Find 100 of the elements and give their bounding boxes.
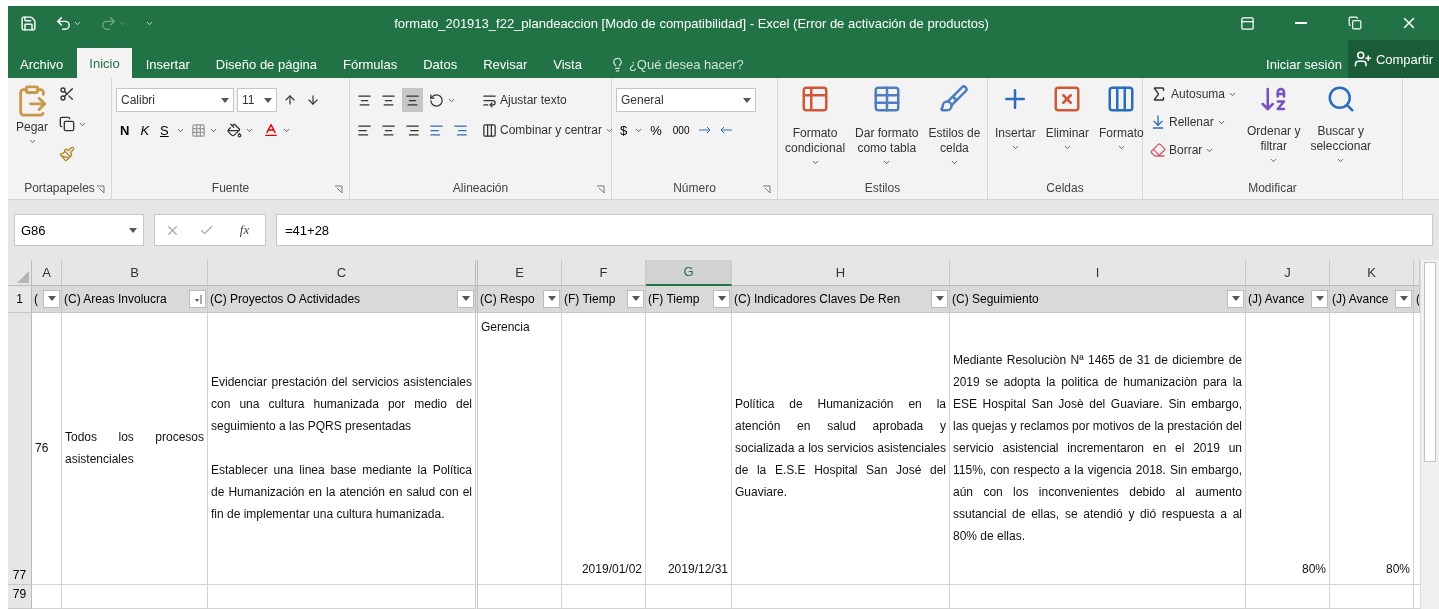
- italic-button[interactable]: K: [136, 118, 154, 142]
- dialog-launcher-icon[interactable]: [596, 185, 605, 194]
- column-header[interactable]: I: [950, 260, 1246, 286]
- column-header[interactable]: H: [732, 260, 950, 286]
- grid-icon: [190, 122, 206, 138]
- filter-button[interactable]: [1395, 289, 1412, 308]
- find-select-button[interactable]: Buscar y seleccionar: [1307, 82, 1375, 177]
- thousands-button[interactable]: 000: [668, 118, 694, 142]
- table-cell-text: 2019/12/31: [666, 561, 728, 579]
- name-box[interactable]: G86: [14, 214, 144, 246]
- row-header[interactable]: 1: [8, 285, 32, 314]
- currency-button[interactable]: $: [616, 118, 632, 142]
- dropdown-arrow-icon: [717, 296, 726, 302]
- ribbon-tab[interactable]: Revisar: [471, 50, 540, 78]
- autosum-button[interactable]: Autosuma: [1147, 82, 1241, 106]
- dropdown-arrow-icon: [47, 296, 56, 302]
- wrap-text-button[interactable]: Ajustar texto: [479, 88, 618, 112]
- ribbon-tab[interactable]: Archivo: [8, 50, 76, 78]
- filter-button[interactable]: [713, 289, 730, 308]
- filter-button[interactable]: [627, 289, 644, 308]
- align-icon: [357, 92, 372, 108]
- vertical-align-button[interactable]: [402, 88, 423, 112]
- share-button[interactable]: Compartir: [1347, 40, 1439, 78]
- filter-button[interactable]: [457, 289, 474, 308]
- table-cell-text: Todos los procesos asistenciales: [65, 429, 204, 469]
- dropdown-arrow-icon: [221, 97, 229, 103]
- column-header[interactable]: F: [562, 260, 646, 286]
- scissors-icon: [59, 86, 75, 102]
- merge-center-button[interactable]: Combinar y centrar: [479, 118, 618, 142]
- ribbon-tab[interactable]: Fórmulas: [331, 50, 410, 78]
- cells-button[interactable]: Insertar: [992, 82, 1039, 177]
- ribbon-tab[interactable]: Insertar: [133, 50, 202, 78]
- cells-button[interactable]: Formato: [1096, 82, 1147, 177]
- copy-icon: [59, 116, 75, 132]
- dialog-launcher-icon[interactable]: [334, 185, 343, 194]
- ribbon-tab[interactable]: Diseño de página: [203, 50, 329, 78]
- styles-button[interactable]: Formato condicional: [782, 82, 849, 177]
- font-color-icon: [262, 122, 279, 138]
- arrow-down-icon: [306, 93, 320, 107]
- column-header[interactable]: J: [1246, 260, 1330, 286]
- align-right-icon: [405, 122, 420, 138]
- insert-function-button[interactable]: fx: [233, 221, 256, 239]
- row-header[interactable]: 77: [8, 313, 32, 586]
- column-header[interactable]: G: [646, 260, 732, 286]
- ribbon-tab[interactable]: Vista: [541, 50, 594, 78]
- number-format-field[interactable]: General: [616, 88, 756, 112]
- decimal-arrow-icon: [720, 126, 733, 134]
- group-label: Fuente: [211, 181, 250, 195]
- sort-filter-button[interactable]: Ordenar y filtrar: [1244, 82, 1304, 177]
- group-label: Alineación: [452, 181, 509, 195]
- font-size-field[interactable]: 11: [237, 88, 277, 112]
- styles-button[interactable]: Estilos de celda: [925, 82, 984, 177]
- column-header[interactable]: K: [1330, 260, 1414, 286]
- indent-icon: [453, 122, 468, 138]
- paste-button[interactable]: Pegar: [12, 82, 52, 177]
- header-cell: (: [32, 285, 62, 314]
- header-cell: (C) Seguimiento: [950, 285, 1246, 314]
- align-icon: [381, 92, 396, 108]
- eraser-icon: [1150, 142, 1166, 158]
- group-label: Portapapeles: [24, 181, 95, 195]
- column-header[interactable]: B: [62, 260, 208, 286]
- restore-icon: [1348, 16, 1362, 30]
- header-cell: (F) Tiemp: [646, 285, 732, 314]
- row-header[interactable]: 79: [8, 585, 32, 609]
- indent-icon: [429, 122, 444, 138]
- caret-icon: [1010, 143, 1020, 152]
- group-label: Estilos: [864, 181, 901, 195]
- font-name-field[interactable]: Calibri: [116, 88, 234, 112]
- column-header[interactable]: A: [32, 260, 62, 286]
- filter-button[interactable]: [43, 289, 60, 308]
- dropdown-arrow-icon: [1231, 296, 1240, 302]
- column-header[interactable]: C: [208, 260, 478, 286]
- dialog-launcher-icon[interactable]: [762, 185, 771, 194]
- ribbon-tab[interactable]: Inicio: [77, 48, 132, 78]
- vertical-scrollbar[interactable]: [1420, 260, 1439, 609]
- clear-button[interactable]: Borrar: [1147, 138, 1241, 162]
- filter-button[interactable]: [543, 289, 560, 308]
- cells-button[interactable]: Eliminar: [1042, 82, 1093, 177]
- ribbon-tab[interactable]: Datos: [411, 50, 470, 78]
- header-cell: (C) Proyectos O Actividades: [208, 285, 478, 314]
- caret-icon: [949, 158, 959, 167]
- fill-button[interactable]: Rellenar: [1147, 110, 1241, 134]
- group-label: Celdas: [1046, 181, 1084, 195]
- filter-button[interactable]: [1227, 289, 1244, 308]
- underline-button[interactable]: S: [156, 118, 173, 142]
- dialog-launcher-icon[interactable]: [96, 185, 105, 194]
- formula-field[interactable]: =41+28: [276, 214, 1433, 246]
- caret-icon: [1336, 156, 1346, 165]
- percent-button[interactable]: %: [646, 118, 666, 142]
- save-button[interactable]: [18, 14, 39, 32]
- wrap-text-icon: [482, 92, 497, 108]
- filter-button[interactable]: [931, 289, 948, 308]
- undo-icon: [55, 14, 72, 32]
- bold-button[interactable]: N: [116, 118, 134, 142]
- column-header[interactable]: E: [478, 260, 562, 286]
- tell-me-field[interactable]: ¿Qué desea hacer?: [628, 56, 744, 72]
- caret-icon: [1116, 143, 1126, 152]
- filter-button[interactable]: [1311, 289, 1328, 308]
- sign-in-link[interactable]: Iniciar sesión: [1260, 50, 1348, 78]
- styles-button[interactable]: Dar formato como tabla: [852, 82, 922, 177]
